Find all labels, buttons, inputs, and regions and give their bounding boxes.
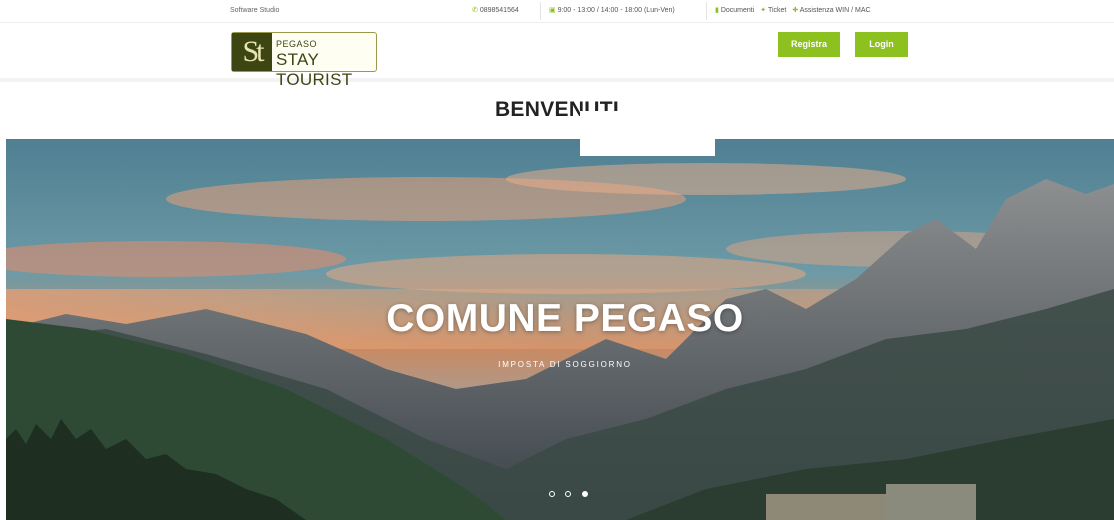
logo-big-text: STAY TOURIST	[276, 50, 353, 89]
ticket-icon: ✦	[760, 7, 767, 14]
calendar-icon: ▣	[549, 7, 556, 14]
slide-dot-2[interactable]	[565, 491, 572, 497]
hero-subtitle: IMPOSTA DI SOGGIORNO	[498, 360, 632, 369]
hours-text: 9:00 - 13:00 / 14:00 - 18:00 (Lun-Ven)	[557, 7, 675, 14]
logo-mark: St	[232, 33, 272, 71]
top-links: ▮ Documenti ✦ Ticket ✚ Assistenza WIN / …	[715, 6, 875, 14]
support-icon: ✚	[792, 7, 799, 14]
hero-slider: COMUNE PEGASO IMPOSTA DI SOGGIORNO	[6, 139, 1114, 520]
slider-dots	[549, 484, 594, 502]
overlay-block	[580, 111, 715, 156]
slide-dot-1[interactable]	[549, 491, 555, 497]
phone-icon: ✆	[472, 7, 478, 14]
site-header: St PEGASO STAY TOURIST Registra Login	[0, 23, 1114, 89]
login-button[interactable]: Login	[855, 32, 908, 57]
assistenza-link[interactable]: ✚ Assistenza WIN / MAC	[792, 7, 870, 14]
welcome-heading: BENVENUTI	[494, 98, 620, 121]
register-button[interactable]: Registra	[778, 32, 840, 57]
phone-contact[interactable]: ✆ 0898541564	[472, 6, 519, 14]
document-icon: ▮	[715, 7, 719, 14]
documenti-link[interactable]: ▮ Documenti	[715, 7, 756, 14]
phone-number: 0898541564	[479, 7, 519, 14]
divider	[706, 2, 707, 20]
opening-hours: ▣ 9:00 - 13:00 / 14:00 - 18:00 (Lun-Ven)	[549, 6, 675, 14]
hero-title: COMUNE PEGASO	[386, 297, 744, 340]
ticket-link[interactable]: ✦ Ticket	[760, 7, 788, 14]
divider	[540, 2, 541, 20]
logo-small-text: PEGASO	[276, 39, 318, 49]
site-logo[interactable]: St PEGASO STAY TOURIST	[231, 32, 377, 89]
top-bar: Software Studio ✆ 0898541564 ▣ 9:00 - 13…	[0, 0, 1114, 23]
brand-text: Software Studio	[230, 7, 280, 14]
slide-dot-3[interactable]	[581, 491, 588, 497]
